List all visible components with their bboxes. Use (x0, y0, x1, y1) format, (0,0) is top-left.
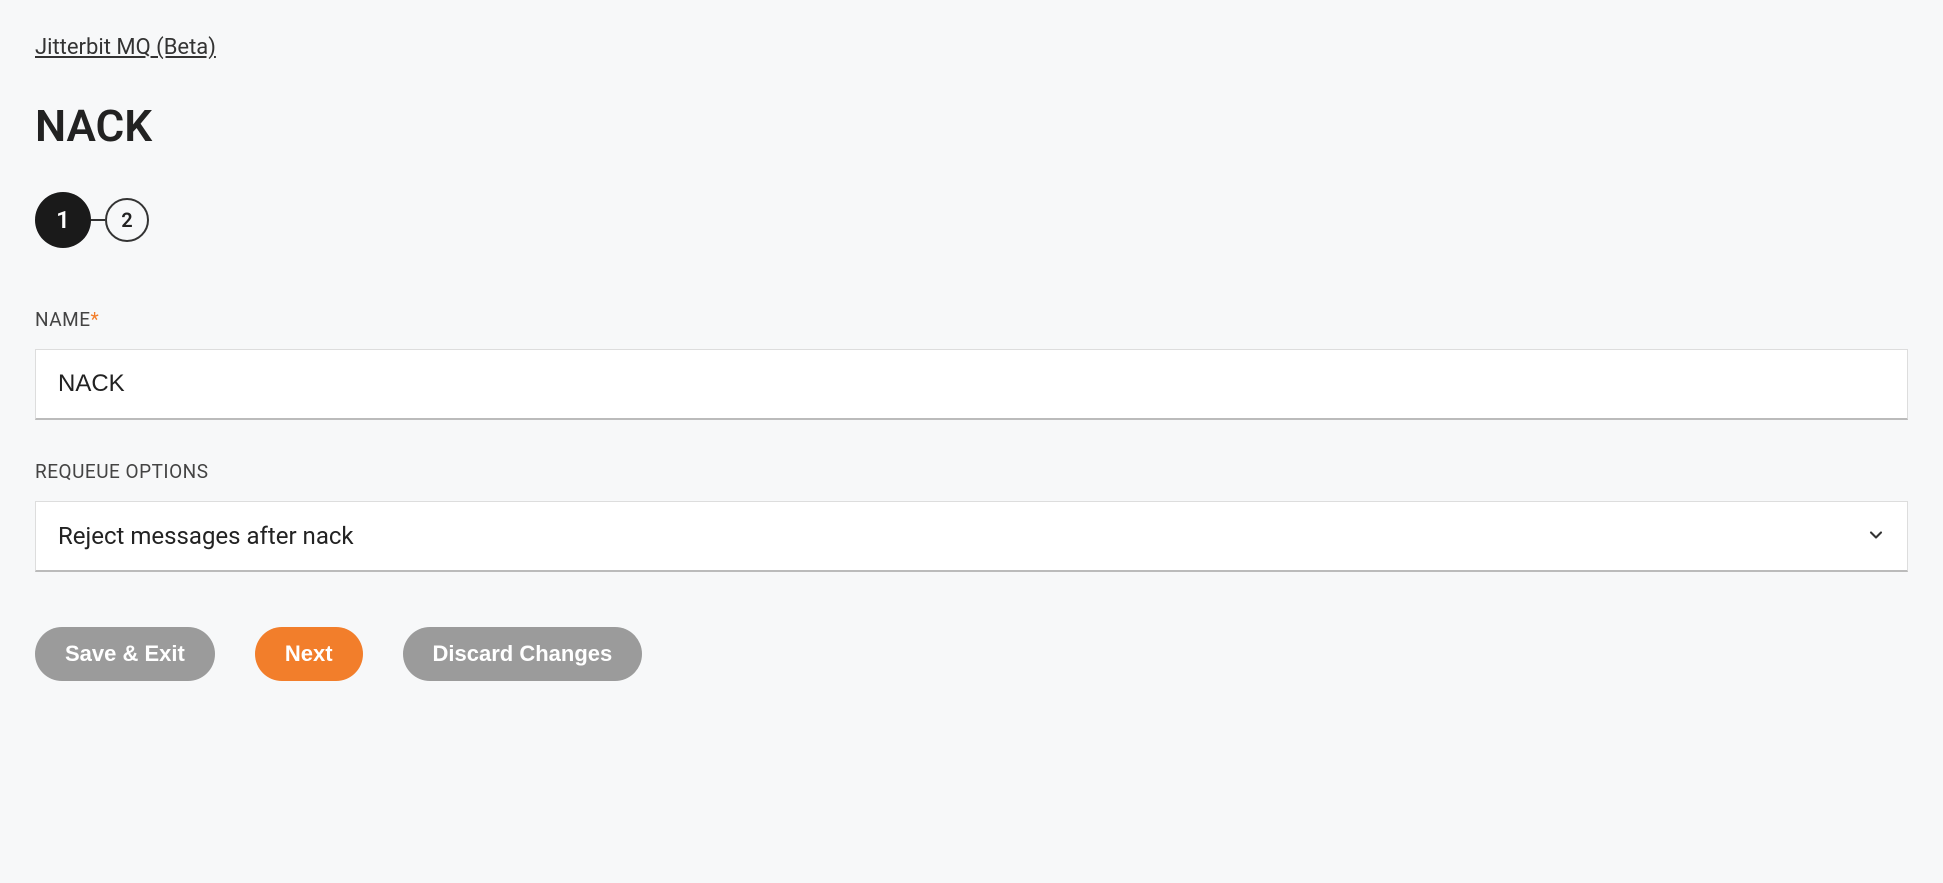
name-input[interactable] (35, 349, 1908, 420)
requeue-select[interactable]: Reject messages after nack (35, 501, 1908, 572)
breadcrumb-link[interactable]: Jitterbit MQ (Beta) (35, 35, 216, 60)
button-row: Save & Exit Next Discard Changes (35, 627, 1908, 681)
step-2[interactable]: 2 (105, 198, 149, 242)
required-asterisk: * (91, 308, 100, 331)
next-button[interactable]: Next (255, 627, 363, 681)
stepper: 1 2 (35, 192, 1908, 248)
step-1[interactable]: 1 (35, 192, 91, 248)
name-field-group: NAME* (35, 308, 1908, 420)
requeue-select-wrapper: Reject messages after nack (35, 501, 1908, 572)
requeue-field-group: REQUEUE OPTIONS Reject messages after na… (35, 460, 1908, 572)
requeue-label: REQUEUE OPTIONS (35, 460, 1908, 483)
page-title: NACK (35, 100, 1908, 152)
save-exit-button[interactable]: Save & Exit (35, 627, 215, 681)
step-connector (91, 219, 105, 221)
discard-changes-button[interactable]: Discard Changes (403, 627, 643, 681)
name-label: NAME* (35, 308, 1908, 331)
name-label-text: NAME (35, 308, 91, 331)
